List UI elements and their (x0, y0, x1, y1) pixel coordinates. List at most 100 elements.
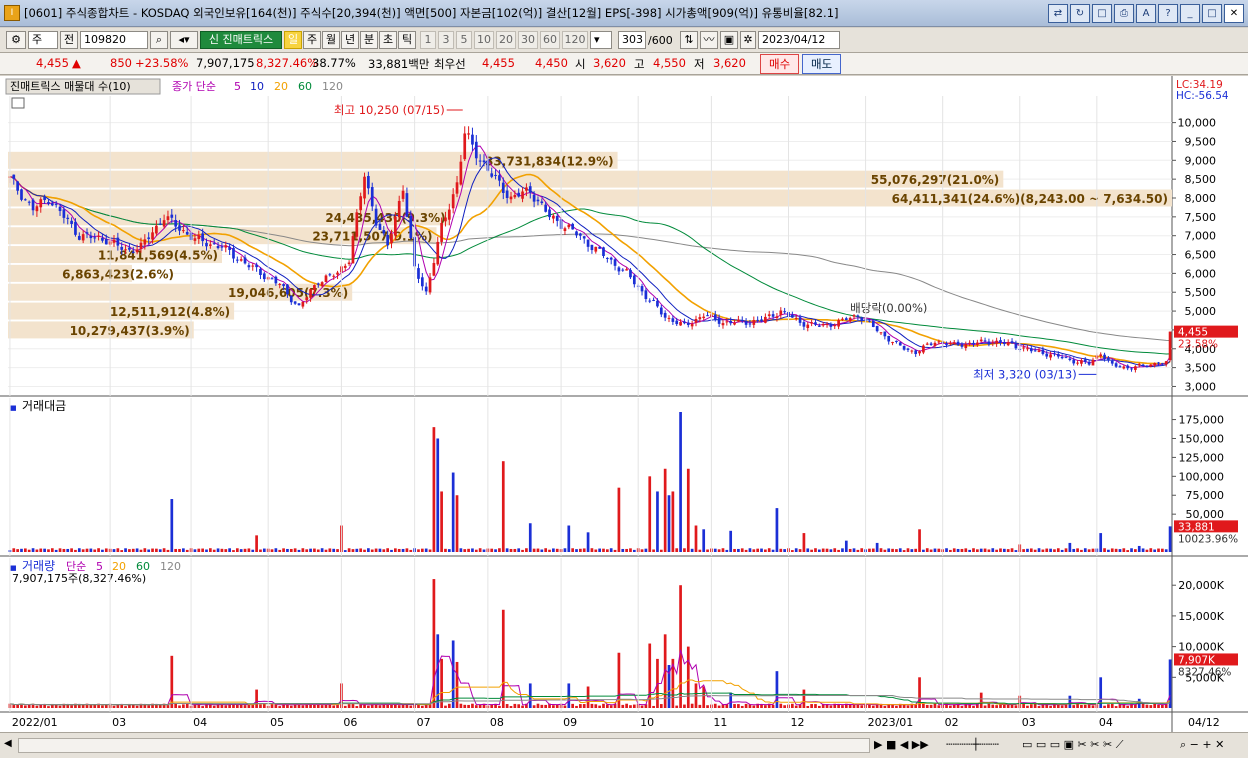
candle-body (656, 300, 659, 307)
ex-toggle[interactable]: 전 (60, 31, 78, 49)
speaker-icon[interactable]: ◂▾ (170, 31, 198, 49)
font-icon[interactable]: A (1136, 4, 1156, 23)
date-input[interactable]: 2023/04/12 (758, 31, 840, 49)
amount-bar (247, 548, 251, 552)
minute-20[interactable]: 20 (496, 31, 516, 49)
amount-bar (494, 549, 497, 552)
period-minute[interactable]: 분 (360, 31, 378, 49)
minute-5[interactable]: 5 (456, 31, 472, 49)
volume-bar (278, 706, 282, 708)
amount-bar (289, 548, 293, 552)
help-icon[interactable]: ? (1158, 4, 1178, 23)
volume-bar (235, 704, 239, 708)
volume-bar (81, 705, 85, 708)
period-tick[interactable]: 틱 (398, 31, 416, 49)
amount-bar (54, 549, 58, 552)
save-icon[interactable]: ▣ (720, 31, 738, 49)
amount-bar (212, 549, 216, 552)
amount-bar (910, 549, 914, 552)
custom-period-input[interactable]: ▾ (590, 31, 612, 49)
period-week[interactable]: 주 (303, 31, 321, 49)
zoom-slider[interactable]: ┄┄┄┄┼┄┄┄ (946, 738, 999, 752)
refresh-icon[interactable]: ↻ (1070, 4, 1090, 23)
amount-bar (197, 548, 201, 552)
candle-body (609, 257, 613, 260)
amount-bar (659, 549, 663, 552)
volume-bar (1110, 703, 1114, 708)
zoom-controls[interactable]: ⌕ − + ✕ (1180, 738, 1224, 752)
x-tick-label: 09 (563, 716, 577, 729)
candle-body (991, 342, 995, 344)
amount-bar (802, 533, 806, 552)
candle-body (783, 311, 786, 313)
candle-body (463, 133, 467, 160)
candle-body (852, 315, 856, 317)
candle-body (444, 217, 447, 222)
candle-body (891, 342, 894, 344)
chart-line-icon[interactable]: 〰 (700, 31, 718, 49)
arrows-icon[interactable]: ⇅ (680, 31, 698, 49)
amount-bar (1145, 549, 1149, 552)
volume-bar (744, 703, 748, 708)
window-icon[interactable]: □ (1092, 4, 1112, 23)
amount-bar (151, 548, 154, 552)
mode-select[interactable]: 주 (28, 31, 58, 49)
stock-code-input[interactable]: 109820 (80, 31, 148, 49)
candle-body (85, 232, 89, 234)
data-count-input[interactable]: 303 (618, 31, 646, 49)
scroll-left-icon[interactable]: ◀ (4, 738, 12, 749)
sell-button[interactable]: 매도 (802, 54, 842, 74)
settings-icon[interactable]: ⚙ (6, 31, 26, 49)
stock-chart[interactable]: 진매트릭스 매물대 수(10) 종가 단순 5 10 20 60 120 10,000 9,50… (0, 76, 1248, 732)
amount-bar (1080, 549, 1083, 552)
period-year[interactable]: 년 (341, 31, 359, 49)
stock-name-button[interactable]: 신 진매트릭스 (200, 31, 282, 49)
volume-bar (347, 704, 351, 708)
config-icon[interactable]: ✲ (740, 31, 756, 49)
playback-controls[interactable]: ▶ ■ ◀ ▶▶ (874, 738, 929, 752)
period-day[interactable]: 일 (284, 31, 302, 49)
amount-bar (721, 548, 725, 552)
maximize-icon[interactable]: □ (1202, 4, 1222, 23)
period-second[interactable]: 초 (379, 31, 397, 49)
volume-bar (791, 703, 794, 708)
volume-current-label: 7,907K (1178, 654, 1216, 666)
print-icon[interactable]: ⎙ (1114, 4, 1134, 23)
period-month[interactable]: 월 (322, 31, 340, 49)
candle-body (343, 265, 347, 268)
volume-bar (1091, 705, 1095, 708)
scroll-track[interactable] (18, 738, 870, 753)
minute-1[interactable]: 1 (420, 31, 436, 49)
candle-body (686, 322, 690, 325)
volume-bar (471, 703, 474, 708)
minute-60[interactable]: 60 (540, 31, 560, 49)
candle-body (995, 340, 998, 344)
candle-body (70, 220, 73, 224)
volume-bar (243, 705, 247, 708)
amount-bar (1114, 548, 1118, 552)
candle-body (47, 202, 50, 204)
buy-button[interactable]: 매수 (760, 54, 800, 74)
link-icon[interactable]: ⇄ (1048, 4, 1068, 23)
volume-bar (262, 703, 266, 708)
candle-body (675, 320, 679, 325)
amount-bar (536, 548, 540, 552)
chart-scrollbar[interactable]: ◀ ▶ ■ ◀ ▶▶ ┄┄┄┄┼┄┄┄ ▭ ▭ ▭ ▣ ✂ ✂ ✂ ⟋ ⌕ − … (0, 732, 1248, 758)
search-icon[interactable]: ⌕ (150, 31, 168, 49)
candle-body (316, 283, 320, 285)
volume-profile-label: 55,076,297(21.0%) (871, 173, 1000, 187)
minimize-icon[interactable]: _ (1180, 4, 1200, 23)
volume-bar (390, 704, 393, 708)
minute-10[interactable]: 10 (474, 31, 494, 49)
minute-120[interactable]: 120 (562, 31, 588, 49)
candle-body (1134, 366, 1137, 370)
amount-bar (895, 549, 898, 552)
candle-body (490, 173, 494, 177)
candle-body (1049, 354, 1052, 358)
volume-bar (444, 705, 447, 708)
minute-30[interactable]: 30 (518, 31, 538, 49)
layout-icons[interactable]: ▭ ▭ ▭ ▣ ✂ ✂ ✂ ⟋ (1022, 738, 1123, 752)
close-icon[interactable]: ✕ (1224, 4, 1244, 23)
minute-3[interactable]: 3 (438, 31, 454, 49)
candle-body (586, 239, 590, 247)
